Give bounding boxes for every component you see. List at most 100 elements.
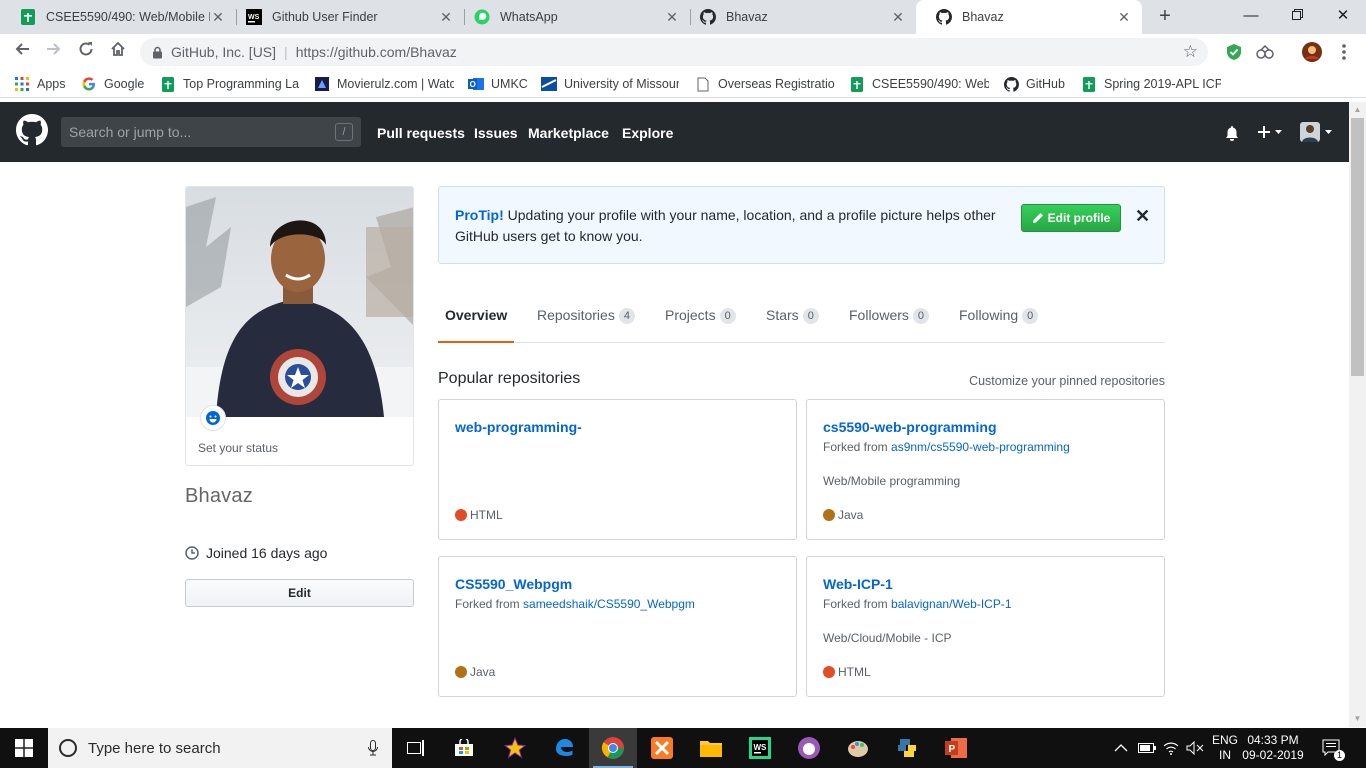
bookmark-umkc[interactable]: O UMKC xyxy=(468,75,528,93)
wifi-icon[interactable] xyxy=(1163,728,1179,768)
paint-icon[interactable] xyxy=(834,728,882,768)
sheets-icon xyxy=(20,9,36,25)
bookmark-star-icon[interactable]: ☆ xyxy=(1183,42,1198,62)
close-tab-icon[interactable]: ✕ xyxy=(664,9,680,26)
fork-source-link[interactable]: as9nm/cs5590-web-programming xyxy=(891,440,1070,454)
set-status-link[interactable]: Set your status xyxy=(198,441,278,455)
bell-icon[interactable] xyxy=(1225,125,1239,149)
tab-stars[interactable]: Stars 0 xyxy=(766,296,819,343)
nav-marketplace[interactable]: Marketplace xyxy=(528,102,609,162)
nav-pull-requests[interactable]: Pull requests xyxy=(377,102,465,162)
profile-tabs: Overview Repositories 4 Projects 0 Stars 0 … xyxy=(438,296,1165,343)
chrome-icon[interactable] xyxy=(589,728,637,768)
profile-avatar-icon[interactable] xyxy=(1302,42,1322,62)
python-icon[interactable] xyxy=(883,728,931,768)
reload-button[interactable] xyxy=(74,40,98,64)
store-icon[interactable] xyxy=(440,728,488,768)
repo-name-link[interactable]: web-programming- xyxy=(455,419,582,435)
bookmark-github[interactable]: GitHub xyxy=(1003,75,1065,93)
webstorm-icon[interactable]: WS xyxy=(736,728,784,768)
close-window-button[interactable]: ✕ xyxy=(1320,0,1366,32)
browser-tab-1[interactable]: CSEE5590/490: Web/Mobile Pr ✕ xyxy=(0,0,236,34)
page-scrollbar[interactable]: ▲ ▼ xyxy=(1349,102,1366,727)
chevron-up-icon[interactable] xyxy=(1114,728,1128,768)
file-explorer-icon[interactable] xyxy=(687,728,735,768)
profile-photo[interactable] xyxy=(186,187,414,417)
star-app-icon[interactable] xyxy=(491,728,539,768)
github-search-input[interactable]: Search or jump to... / xyxy=(61,117,361,147)
windows-start-icon[interactable] xyxy=(0,728,48,768)
battery-icon[interactable] xyxy=(1138,728,1156,768)
browser-tab-2[interactable]: WS Github User Finder ✕ xyxy=(226,0,464,34)
github-logo-icon[interactable] xyxy=(16,114,48,149)
tab-count-badge: 0 xyxy=(802,308,819,324)
tab-following[interactable]: Following 0 xyxy=(959,296,1039,343)
microphone-icon[interactable] xyxy=(368,740,378,756)
volume-muted-icon[interactable] xyxy=(1186,728,1204,768)
bookmark-csee[interactable]: CSEE5590/490: Web/ xyxy=(849,75,989,93)
customize-pinned-link[interactable]: Customize your pinned repositories xyxy=(900,374,1165,388)
repo-language: Java xyxy=(823,508,863,522)
repo-name-link[interactable]: Web-ICP-1 xyxy=(823,576,893,592)
xampp-icon[interactable] xyxy=(638,728,686,768)
nav-explore[interactable]: Explore xyxy=(622,102,673,162)
close-icon[interactable]: ✕ xyxy=(1135,206,1150,227)
home-button[interactable] xyxy=(106,40,130,64)
close-tab-icon[interactable]: ✕ xyxy=(438,9,454,26)
edge-icon[interactable] xyxy=(540,728,588,768)
bookmark-university[interactable]: University of Missour xyxy=(541,75,679,93)
language-indicator[interactable]: ENG IN xyxy=(1212,728,1238,768)
notification-center-icon[interactable]: 1 xyxy=(1322,728,1345,768)
close-tab-icon[interactable]: ✕ xyxy=(890,9,906,26)
close-tab-icon[interactable]: ✕ xyxy=(210,9,226,26)
protip-edit-profile-button[interactable]: Edit profile xyxy=(1021,204,1121,232)
bookmark-spring[interactable]: Spring 2019-APL ICP xyxy=(1081,75,1221,93)
bookmark-movierulz[interactable]: Movierulz.com | Watc xyxy=(314,75,454,93)
tab-label: Overview xyxy=(445,307,508,323)
bookmark-apps[interactable]: Apps xyxy=(14,75,66,93)
shield-extension-icon[interactable] xyxy=(1224,42,1244,62)
task-view-icon[interactable] xyxy=(392,728,440,768)
tab-followers[interactable]: Followers 0 xyxy=(849,296,930,343)
restore-button[interactable] xyxy=(1274,0,1320,32)
browser-tab-5[interactable]: Bhavaz ✕ xyxy=(916,0,1142,34)
minimize-button[interactable]: — xyxy=(1228,0,1274,32)
fork-source-link[interactable]: sameedshaik/CS5590_Webpgm xyxy=(523,597,695,611)
user-avatar-dropdown[interactable] xyxy=(1300,122,1334,146)
bookmark-google[interactable]: Google xyxy=(81,75,144,93)
url-text[interactable]: https://github.com/Bhavaz xyxy=(296,44,457,60)
plus-dropdown-icon[interactable] xyxy=(1257,124,1285,148)
extension-icon[interactable] xyxy=(1255,42,1275,62)
tab-title: CSEE5590/490: Web/Mobile Pr xyxy=(46,10,210,24)
tab-repositories[interactable]: Repositories 4 xyxy=(537,296,635,343)
movie-icon xyxy=(314,76,330,92)
scroll-thumb[interactable] xyxy=(1351,118,1364,376)
smiley-status-icon[interactable] xyxy=(200,405,226,431)
forward-button[interactable] xyxy=(42,40,66,64)
repo-name-link[interactable]: CS5590_Webpgm xyxy=(455,576,572,592)
repo-name-link[interactable]: cs5590-web-programming xyxy=(823,419,997,435)
menu-kebab-icon[interactable] xyxy=(1334,42,1354,62)
powerpoint-icon[interactable]: P xyxy=(932,728,980,768)
close-tab-icon[interactable]: ✕ xyxy=(1116,9,1132,26)
language-color-dot xyxy=(823,666,835,678)
back-button[interactable] xyxy=(10,40,34,64)
address-bar[interactable]: GitHub, Inc. [US] | https://github.com/B… xyxy=(140,38,1208,66)
fork-source-link[interactable]: balavignan/Web-ICP-1 xyxy=(891,597,1012,611)
new-tab-button[interactable]: + xyxy=(1153,4,1177,28)
language-color-dot xyxy=(823,509,835,521)
browser-tab-3[interactable]: WhatsApp ✕ xyxy=(454,0,690,34)
github-desktop-icon[interactable] xyxy=(785,728,833,768)
scroll-down-icon[interactable]: ▼ xyxy=(1349,711,1366,727)
tab-overview[interactable]: Overview xyxy=(438,296,515,343)
scroll-up-icon[interactable]: ▲ xyxy=(1349,102,1366,118)
taskbar-search-input[interactable]: Type here to search xyxy=(48,728,392,768)
tab-projects[interactable]: Projects 0 xyxy=(665,296,736,343)
bookmark-overseas[interactable]: Overseas Registration xyxy=(695,75,835,93)
nav-issues[interactable]: Issues xyxy=(474,102,518,162)
bookmark-top-programming[interactable]: Top Programming La xyxy=(160,75,300,93)
browser-tab-4[interactable]: Bhavaz ✕ xyxy=(680,0,916,34)
clock[interactable]: 04:33 PM 09-02-2019 xyxy=(1242,728,1304,768)
lock-icon[interactable] xyxy=(152,46,163,59)
edit-profile-button[interactable]: Edit xyxy=(185,579,414,607)
